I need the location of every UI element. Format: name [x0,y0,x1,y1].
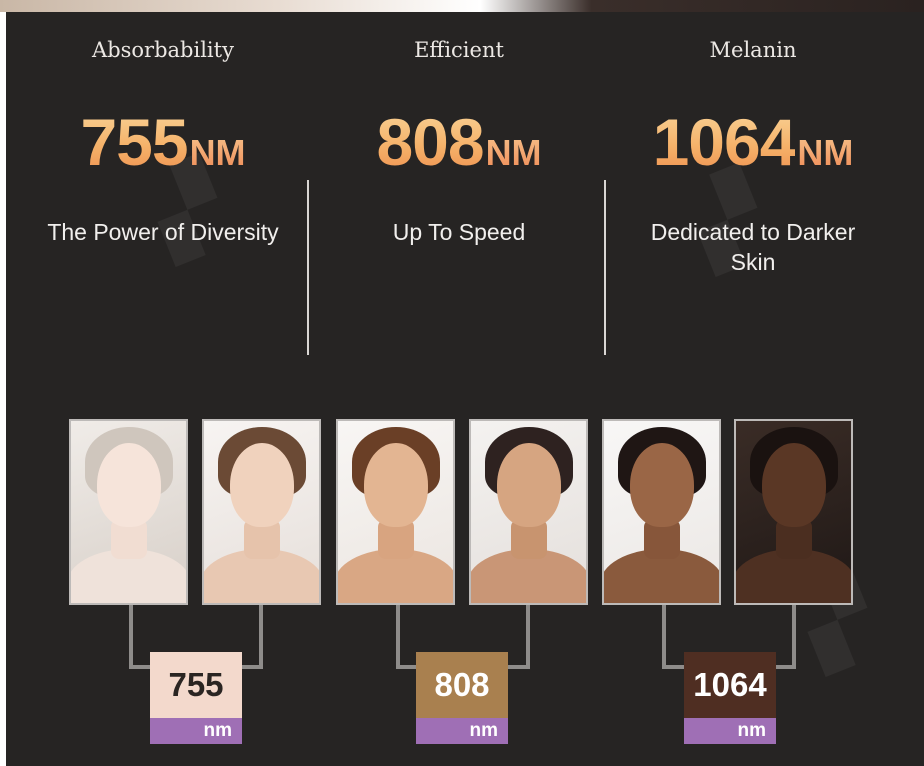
wavelength-number: 808 [376,105,484,179]
tag-unit: nm [416,718,508,744]
column-description: Dedicated to Darker Skin [650,219,856,275]
portrait-face [497,443,561,527]
portrait-photo-1 [69,419,188,605]
column-description: The Power of Diversity [47,219,279,245]
column-heading: Melanin [709,38,797,62]
stage: ▞ ▞ ▞ Absorbability 755NM The Power of D… [0,0,924,766]
portrait-photo-3 [336,419,455,605]
wavelength-number: 755 [80,105,188,179]
portrait-face [630,443,694,527]
portrait-photo-6 [734,419,853,605]
column-heading: Absorbability [92,38,234,62]
tag-unit: nm [150,718,242,744]
wavelength-unit: NM [797,132,854,173]
column-heading: Efficient [414,38,504,62]
infographic-panel: ▞ ▞ ▞ Absorbability 755NM The Power of D… [6,12,924,766]
portrait-face [364,443,428,527]
tag-value: 808 [416,652,508,718]
portrait-face [97,443,161,527]
tag-value: 1064 [684,652,776,718]
tag-value: 755 [150,652,242,718]
top-photo-strip [0,0,924,12]
wavelength-unit: NM [485,132,542,173]
wavelength-label: 755NM [13,104,313,180]
wavelength-number: 1064 [652,105,797,179]
portrait-face [230,443,294,527]
wavelength-tag-755: 755 nm [150,652,242,744]
column-divider [604,180,606,355]
wavelength-label: 808NM [309,104,609,180]
portrait-photo-5 [602,419,721,605]
portrait-face [762,443,826,527]
wavelength-tag-1064: 1064 nm [684,652,776,744]
wavelength-label: 1064NM [603,104,903,180]
portrait-photo-2 [202,419,321,605]
wavelength-unit: NM [189,132,246,173]
wavelength-tag-808: 808 nm [416,652,508,744]
column-description: Up To Speed [392,219,526,245]
portrait-photo-4 [469,419,588,605]
column-divider [307,180,309,355]
tag-unit: nm [684,718,776,744]
